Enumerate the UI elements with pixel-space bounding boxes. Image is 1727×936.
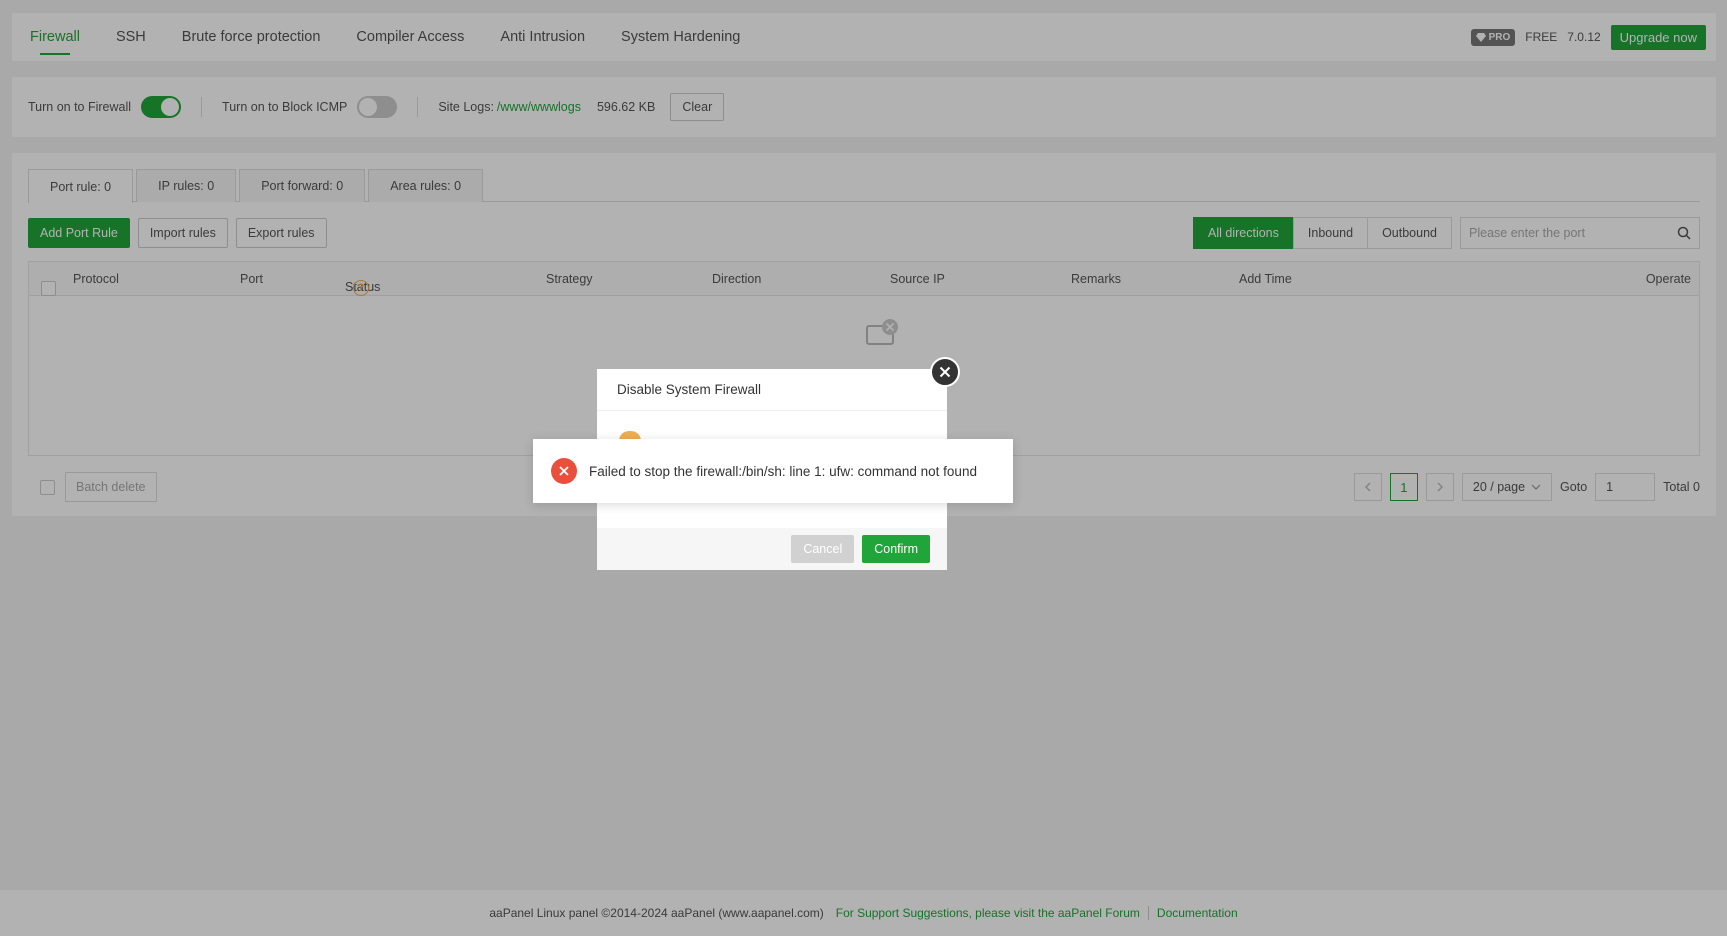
close-icon — [939, 366, 951, 378]
confirm-button[interactable]: Confirm — [862, 535, 930, 563]
cancel-button[interactable]: Cancel — [791, 535, 855, 563]
dialog-footer: Cancel Confirm — [597, 528, 947, 570]
error-icon — [551, 458, 577, 484]
dialog-close-button[interactable] — [930, 357, 960, 387]
dialog-title: Disable System Firewall — [597, 369, 947, 411]
error-toast: Failed to stop the firewall:/bin/sh: lin… — [533, 439, 1013, 503]
error-message: Failed to stop the firewall:/bin/sh: lin… — [589, 463, 977, 479]
